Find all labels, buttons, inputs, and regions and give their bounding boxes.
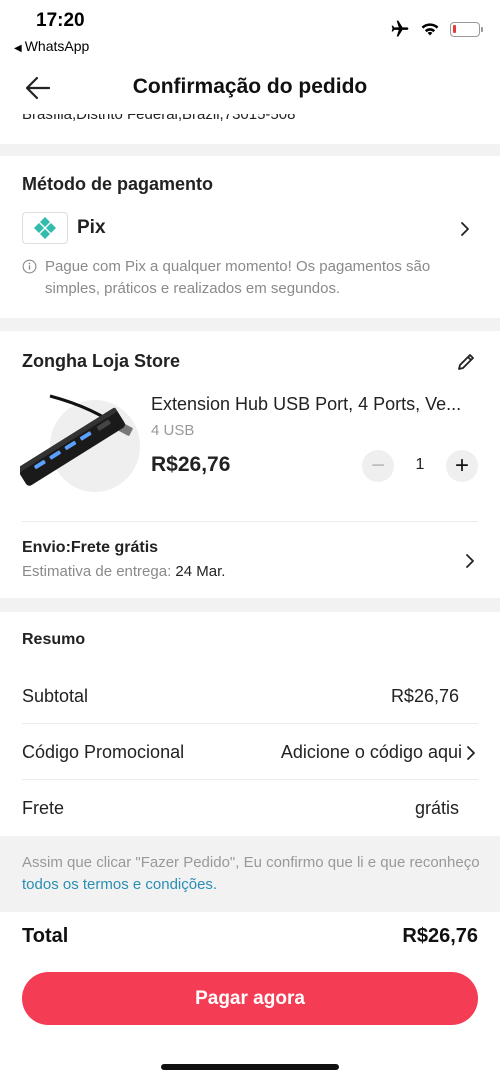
product-image[interactable] [20,386,142,494]
home-indicator [161,1064,339,1070]
pix-icon [34,217,56,239]
total-value: R$26,76 [402,925,478,947]
info-icon [22,259,37,274]
payment-method-name[interactable]: Pix [77,217,106,239]
quantity-value: 1 [415,456,425,473]
airplane-icon [391,20,409,37]
terms-text: Assim que clicar "Fazer Pedido", Eu conf… [22,852,482,896]
divider [22,521,478,522]
battery-level [453,24,456,33]
divider [22,723,478,724]
product-variant: 4 USB [151,422,195,439]
shipping-estimate-label: Estimativa de entrega: [22,563,172,580]
nav-header: Confirmação do pedido [0,62,500,114]
back-arrow-icon[interactable] [22,72,54,104]
chevron-right-icon[interactable] [459,221,471,237]
total-label: Total [22,925,69,947]
chevron-right-icon[interactable] [465,745,477,761]
product-title[interactable]: Extension Hub USB Port, 4 Ports, Ve... [151,394,481,415]
shipping-estimate: Estimativa de entrega: 24 Mar. [22,563,225,580]
edit-pencil-icon[interactable] [455,351,477,373]
address-text: Brasília,Distrito Federal,Brazil,73015-5… [22,114,296,123]
summary-title: Resumo [22,631,86,648]
status-bar: 17:20 ◀ WhatsApp [0,0,500,62]
wifi-icon [421,23,439,36]
terms-link[interactable]: todos os termos e condições. [22,876,217,893]
subtotal-label: Subtotal [22,686,89,706]
battery-icon [450,21,483,37]
divider [22,779,478,780]
pay-now-button[interactable]: Pagar agora [22,972,478,1025]
quantity-decrease-button[interactable]: − [362,450,394,482]
payment-info-text: Pague com Pix a qualquer momento! Os pag… [45,258,431,297]
back-app-label: WhatsApp [24,38,90,54]
back-triangle-icon: ◀ [14,43,22,54]
section-divider [0,144,500,156]
pix-logo [22,212,68,244]
shipping-estimate-date: 24 Mar. [175,563,226,580]
shipping-fee-label: Frete [22,798,65,818]
shipping-title: Envio:Frete grátis [22,539,159,556]
terms-statement: Assim que clicar "Fazer Pedido", Eu conf… [22,854,480,871]
promo-code-value: Adicione o código aqui [280,742,462,762]
address-section[interactable]: Brasília,Distrito Federal,Brazil,73015-5… [0,114,500,144]
page-title: Confirmação do pedido [132,75,368,98]
promo-code-label: Código Promocional [22,742,185,762]
subtotal-value: R$26,76 [390,686,459,706]
shipping-fee-value: grátis [414,798,459,818]
store-name: Zongha Loja Store [22,351,181,371]
quantity-increase-button[interactable]: + [446,450,478,482]
status-time: 17:20 [36,10,85,31]
product-price: R$26,76 [151,453,231,476]
section-divider [0,598,500,612]
payment-section-title: Método de pagamento [22,174,214,194]
section-divider [0,318,500,331]
back-to-app-link[interactable]: ◀ WhatsApp [14,38,89,54]
status-icons [390,19,483,39]
chevron-right-icon[interactable] [464,553,476,569]
